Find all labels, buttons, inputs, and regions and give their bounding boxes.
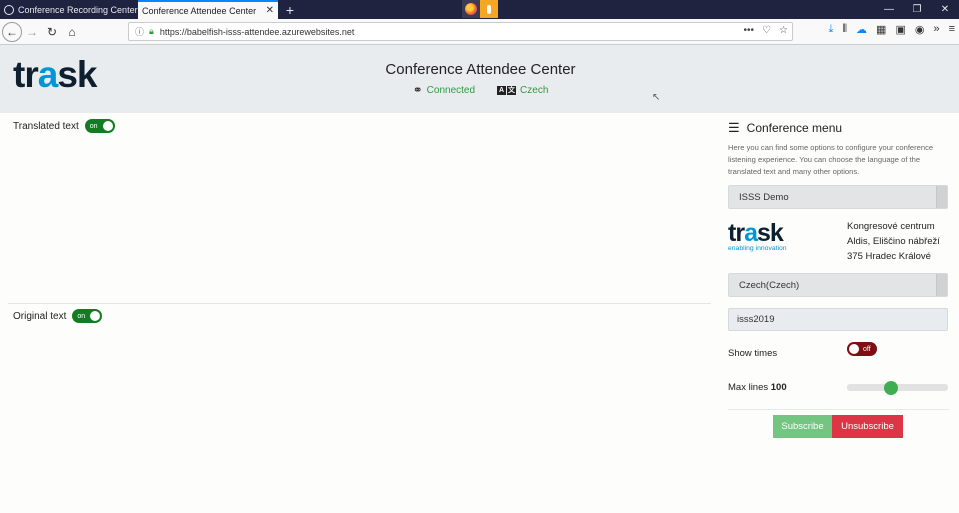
original-text-label: Original text [13,310,67,322]
url-bar-actions: ••• ♡ ☆ [744,25,788,36]
translated-text-toggle-row: Translated text on [13,119,115,133]
connection-status: ⚭ Connected [413,83,475,97]
hamburger-menu-icon[interactable]: ≡ [949,23,955,36]
taskbar-app-icons [462,0,498,19]
reload-icon[interactable]: ↻ [42,21,62,43]
page-header: trask Conference Attendee Center ⚭ Conne… [0,45,959,113]
dropdown-arrow-icon[interactable] [936,186,947,208]
hub-icon: ⚭ [412,83,423,97]
subscription-buttons: Subscribe Unsubscribe [773,415,903,438]
pocket-icon[interactable]: ♡ [762,25,771,36]
translated-text-switch[interactable]: on [84,119,115,133]
conference-code-value: isss2019 [737,314,775,325]
conference-select-value: ISSS Demo [739,191,789,203]
download-icon[interactable]: ⤓ [829,23,834,36]
switch-knob [90,311,101,321]
window-controls: — ❐ ✕ [875,0,959,19]
max-lines-row: Max lines 100 [728,379,949,395]
cloud-icon[interactable]: ☁ [856,23,867,36]
toolbar-icons: ⤓ ⫴ ☁ ▦ ▣ ◉ » ≡ [829,23,955,36]
venue-logo-text: trask [728,220,800,247]
sidebar-divider [728,409,949,410]
container-icon[interactable]: ▣ [895,23,905,36]
menu-description: Here you can find some options to config… [728,143,934,176]
bookmark-star-icon[interactable]: ☆ [779,25,788,36]
max-lines-slider[interactable] [847,380,948,395]
back-arrow-icon[interactable]: ← [2,21,22,42]
conference-code-input[interactable]: isss2019 [728,308,948,331]
page-title: Conference Attendee Center [385,61,576,78]
plus-icon[interactable]: + [278,0,302,19]
switch-state: on [77,312,86,320]
venue-line: 375 Hradec Králové [847,251,931,262]
switch-state: on [89,122,98,130]
url-text[interactable]: https://babelfish-isss-attendee.azureweb… [160,27,355,37]
show-times-switch[interactable]: off [847,342,877,356]
minimize-icon[interactable]: — [875,0,903,19]
firefox-icon[interactable] [462,0,480,18]
translated-text-label: Translated text [13,120,79,132]
restore-icon[interactable]: ❐ [903,0,931,19]
mouse-cursor-icon: ↖ [652,92,661,103]
venue-logo-tagline: enabling innovation [728,245,787,252]
venue-line: Aldis, Eliščino nábřeží [847,236,940,247]
tab-conference-recording-center[interactable]: Conference Recording Center ✕ [0,0,152,19]
original-text-switch[interactable]: on [72,309,103,323]
tab-conference-attendee-center[interactable]: Conference Attendee Center ✕ [138,0,278,19]
max-lines-value: 100 [770,382,787,393]
library-icon[interactable]: ⫴ [842,23,847,36]
venue-line: Kongresové centrum [847,221,935,232]
logo-part: sk [756,219,784,247]
conference-menu-title: ☰ Conference menu [728,120,949,136]
venue-logo: trask enabling innovation [728,220,800,264]
overflow-icon[interactable]: » [933,23,939,36]
close-icon[interactable]: ✕ [931,0,959,19]
tab-title: Conference Attendee Center [142,5,257,16]
conference-select[interactable]: ISSS Demo [728,185,948,209]
translate-icon: A文 [497,85,517,95]
lock-icon[interactable]: 🔒︎ [149,26,154,37]
unsubscribe-button[interactable]: Unsubscribe [832,415,903,438]
subscribe-button[interactable]: Subscribe [773,415,832,438]
logo-part: a [744,219,758,247]
menu-title-text: Conference menu [746,121,843,135]
language-select-value: Czech(Czech) [739,279,800,291]
venue-info: trask enabling innovation Kongresové cen… [728,218,949,264]
status-row: ⚭ Connected A文 Czech [0,83,959,97]
panel-divider [8,303,711,304]
original-text-toggle-row: Original text on [13,309,103,323]
show-times-label: Show times [728,348,778,359]
forward-arrow-icon[interactable]: → [22,21,42,43]
slider-thumb[interactable] [884,380,899,395]
connection-status-text: Connected [426,84,476,96]
language-status[interactable]: A文 Czech [497,83,548,97]
browser-nav-bar: ← → ↻ ⌂ ⓘ 🔒︎ https://babelfish-isss-atte… [0,19,959,45]
logo-part: tr [728,219,745,247]
url-bar[interactable]: ⓘ 🔒︎ https://babelfish-isss-attendee.azu… [128,22,793,41]
switch-knob [102,121,113,131]
conference-menu-sidebar: ☰ Conference menu Here you can find some… [728,113,949,438]
microphone-icon[interactable] [480,0,498,18]
globe-icon [4,4,14,15]
language-status-text: Czech [520,84,549,96]
venue-address: Kongresové centrum Aldis, Eliščino nábře… [847,219,940,264]
max-lines-text: Max lines [728,382,769,393]
extensions-icon[interactable]: ▦ [876,23,886,36]
show-times-row: Show times off [728,342,949,362]
dropdown-arrow-icon[interactable] [936,274,947,296]
vpn-icon[interactable]: ◉ [915,23,925,36]
hamburger-icon[interactable]: ☰ [728,120,740,136]
info-icon[interactable]: ⓘ [135,25,144,38]
close-tab-icon[interactable]: ✕ [266,5,274,16]
home-icon[interactable]: ⌂ [62,21,82,43]
language-select[interactable]: Czech(Czech) [728,273,948,297]
switch-state: off [863,345,871,353]
switch-knob [849,344,859,354]
tab-title: Conference Recording Center [18,4,138,15]
max-lines-label: Max lines 100 [728,382,787,393]
more-actions-icon[interactable]: ••• [744,25,755,36]
